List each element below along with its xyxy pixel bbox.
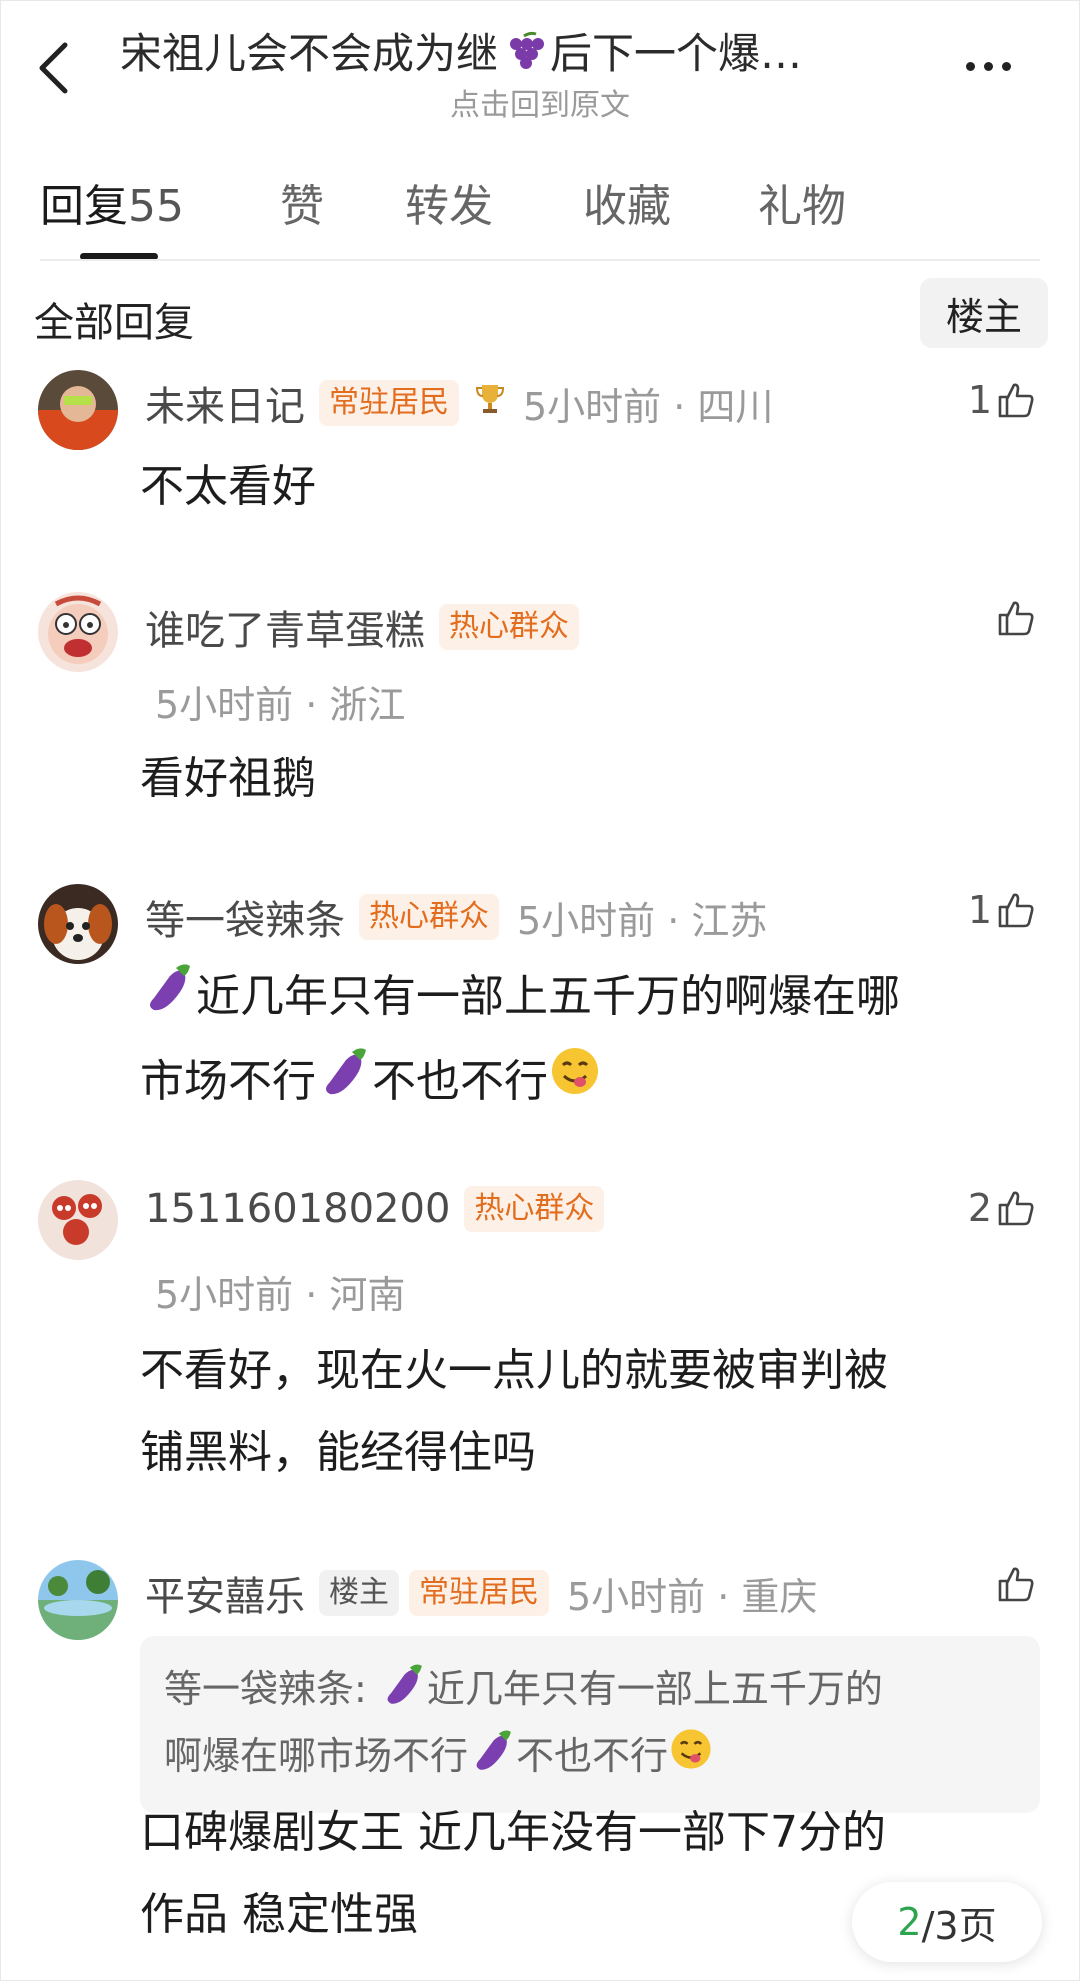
tab-favorites[interactable]: 收藏 [583, 170, 671, 234]
tab-label: 回复 [40, 181, 128, 232]
more-dot-icon [966, 62, 975, 71]
comment-text: 近几年只有一部上五千万的啊爆在哪 市场不行 不也不行 [140, 956, 1040, 1125]
tab-count: 55 [128, 181, 184, 232]
time-location: 5小时前 · 江苏 [517, 898, 768, 943]
header: 宋祖儿会不会成为继 后下一个爆… 点击回到原文 [0, 0, 1080, 130]
comment-meta: 未来日记 常驻居民 5小时前 · 四川 [145, 374, 773, 432]
avatar[interactable] [38, 370, 118, 450]
username[interactable]: 等一袋辣条 [145, 888, 345, 946]
comment-text-line: 不也不行 [372, 1055, 548, 1107]
avatar[interactable] [38, 1560, 118, 1640]
avatar[interactable] [38, 884, 118, 964]
tab-bar: 回复55 赞 转发 收藏 礼物 [0, 170, 1080, 260]
tab-divider [40, 259, 1040, 261]
page-title[interactable]: 宋祖儿会不会成为继 后下一个爆… [120, 20, 940, 84]
user-badge: 常驻居民 [409, 1570, 549, 1616]
user-badge: 热心群众 [439, 604, 579, 650]
quote-text-line: 啊爆在哪市场不行 [164, 1733, 469, 1778]
thumbs-up-icon [998, 893, 1034, 928]
comment-text: 不看好，现在火一点儿的就要被审判被 铺黑料，能经得住吗 [140, 1330, 1040, 1494]
tab-replies[interactable]: 回复55 [40, 170, 184, 234]
yum-face-emoji-icon [668, 1726, 714, 1790]
username[interactable]: 151160180200 [145, 1186, 450, 1232]
title-text-2: 后下一个爆… [550, 29, 803, 78]
user-badge: 常驻居民 [319, 380, 459, 426]
comment-meta: 151160180200 热心群众 [145, 1186, 605, 1232]
grape-emoji-icon [502, 30, 546, 84]
title-text-1: 宋祖儿会不会成为继 [120, 29, 499, 78]
avatar[interactable] [38, 1180, 118, 1260]
user-badge: 热心群众 [464, 1186, 605, 1232]
comment-text: 看好祖鹅 [140, 753, 316, 804]
time-location: 5小时前 · 重庆 [567, 1574, 818, 1619]
op-badge: 楼主 [319, 1570, 399, 1616]
thumbs-up-icon [998, 383, 1034, 418]
comment-text-line: 市场不行 [140, 1055, 316, 1107]
comment-text-line: 近几年只有一部上五千万的啊爆在哪 [196, 971, 900, 1022]
like-count: 1 [967, 378, 992, 422]
more-dot-icon [984, 62, 993, 71]
eggplant-emoji-icon [316, 1042, 372, 1125]
comment-meta: 谁吃了青草蛋糕 热心群众 [145, 598, 579, 656]
tab-likes[interactable]: 赞 [280, 170, 324, 234]
comment-text: 不太看好 [140, 461, 316, 512]
page-indicator[interactable]: 2/3页 [852, 1882, 1042, 1962]
tab-reposts[interactable]: 转发 [405, 170, 493, 234]
like-button[interactable] [992, 1564, 1036, 1604]
more-menu-button[interactable] [966, 62, 1011, 71]
like-count: 2 [967, 1186, 992, 1230]
user-badge: 热心群众 [359, 894, 499, 940]
quote-text-line: 近几年只有一部上五千万的 [426, 1667, 883, 1711]
tab-label: 礼物 [758, 181, 846, 232]
thumbs-up-icon [998, 601, 1034, 636]
thumbs-up-icon [998, 1191, 1034, 1226]
time-location: 5小时前 · 河南 [155, 1273, 406, 1317]
eggplant-emoji-icon [379, 1659, 427, 1725]
tab-label: 收藏 [583, 181, 671, 232]
back-to-original-link[interactable]: 点击回到原文 [0, 80, 1080, 124]
comment-meta: 等一袋辣条 热心群众 5小时前 · 江苏 [145, 888, 767, 946]
thumbs-up-icon [998, 1567, 1034, 1602]
trophy-icon [475, 380, 505, 426]
like-button[interactable]: 1 [968, 378, 1036, 422]
total-pages: /3页 [921, 1903, 997, 1948]
comment-meta: 平安囍乐 楼主 常驻居民 5小时前 · 重庆 [145, 1564, 817, 1622]
yum-face-emoji-icon [548, 1043, 602, 1125]
username[interactable]: 谁吃了青草蛋糕 [145, 598, 425, 656]
quote-text-line: 不也不行 [516, 1733, 669, 1778]
like-button[interactable]: 2 [968, 1186, 1036, 1230]
like-button[interactable]: 1 [968, 888, 1036, 932]
username[interactable]: 未来日记 [145, 374, 305, 432]
section-title: 全部回复 [34, 300, 194, 346]
tab-label: 转发 [405, 181, 493, 232]
like-count: 1 [967, 888, 992, 932]
comment-text-line: 口碑爆剧女王 近几年没有一部下7分的 [140, 1807, 886, 1858]
tab-gifts[interactable]: 礼物 [758, 170, 846, 234]
username[interactable]: 平安囍乐 [145, 1564, 305, 1622]
like-button[interactable] [992, 598, 1036, 638]
time-location: 5小时前 · 浙江 [155, 683, 406, 727]
current-page: 2 [897, 1900, 922, 1944]
eggplant-emoji-icon [468, 1725, 516, 1791]
quote-author: 等一袋辣条: [164, 1667, 379, 1711]
tab-label: 赞 [280, 181, 324, 232]
avatar[interactable] [38, 592, 118, 672]
time-location: 5小时前 · 四川 [523, 384, 774, 429]
quoted-reply[interactable]: 等一袋辣条: 近几年只有一部上五千万的 啊爆在哪市场不行 不也不行 [140, 1636, 1040, 1813]
more-dot-icon [1002, 62, 1011, 71]
comment-text-line: 不看好，现在火一点儿的就要被审判被 [140, 1345, 888, 1396]
comment-text-line: 铺黑料，能经得住吗 [140, 1427, 536, 1478]
op-filter-button[interactable]: 楼主 [920, 278, 1048, 348]
eggplant-emoji-icon [140, 958, 196, 1041]
